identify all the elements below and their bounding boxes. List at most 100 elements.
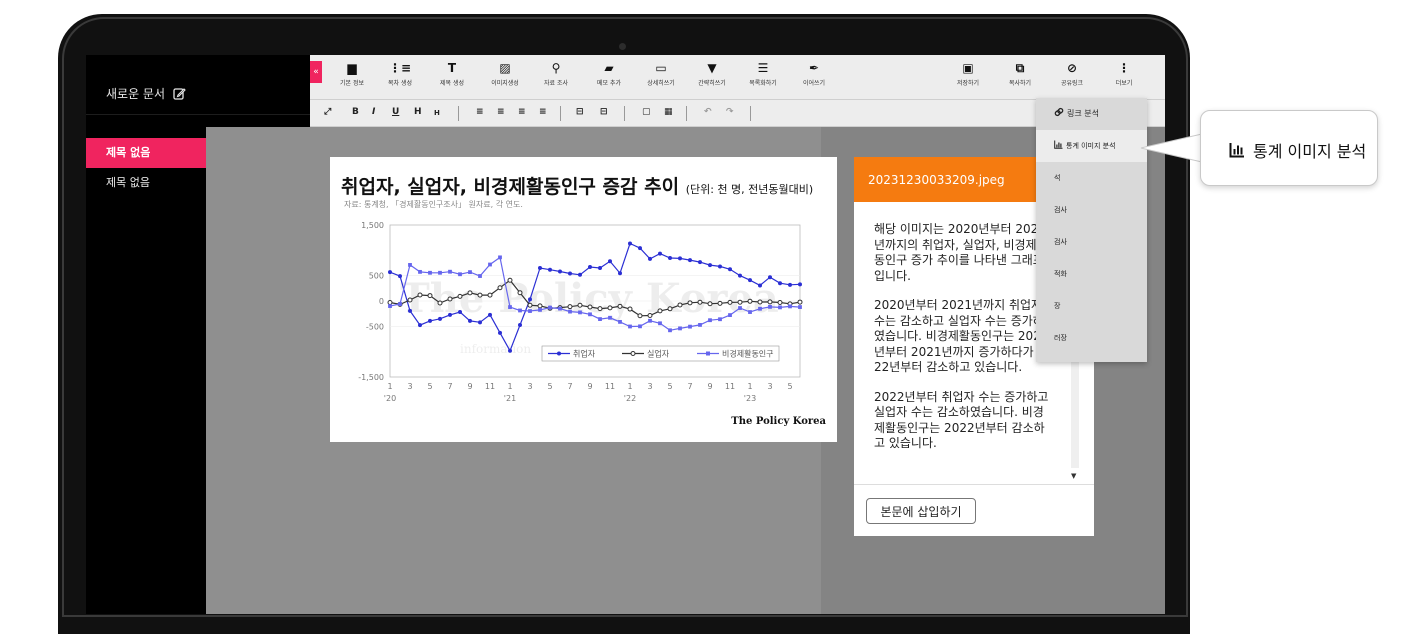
legend-label: 취업자: [573, 350, 596, 359]
fullscreen-icon[interactable]: ⤢: [324, 107, 331, 117]
data-point: [498, 330, 502, 335]
menu-item[interactable]: 석: [1036, 162, 1147, 194]
menu-item-stat-image-analysis[interactable]: 통계 이미지 분석: [1036, 130, 1147, 162]
align-left-button[interactable]: ≡: [476, 107, 484, 117]
data-point: [577, 302, 583, 308]
data-point: [408, 308, 412, 313]
data-point: [508, 305, 512, 309]
data-point: [627, 306, 633, 312]
data-point: [447, 296, 453, 302]
menu-item[interactable]: 검사: [1036, 226, 1147, 258]
bold-button[interactable]: B: [352, 107, 359, 117]
more-button[interactable]: ⋮ 더보기: [1104, 61, 1144, 87]
data-point: [708, 263, 712, 268]
data-point: [517, 290, 523, 296]
x-tick-label: 11: [725, 382, 735, 391]
data-point: [387, 300, 393, 306]
align-center-button[interactable]: ≡: [497, 107, 505, 117]
scroll-down-icon[interactable]: ▼: [1071, 472, 1076, 480]
data-point: [728, 267, 732, 272]
menu-item[interactable]: 장: [1036, 290, 1147, 322]
align-right-button[interactable]: ≡: [518, 107, 526, 117]
add-memo-button[interactable]: ▰ 메모 추가: [589, 61, 629, 87]
callout-pointer: [1140, 133, 1202, 163]
data-point: [548, 305, 552, 310]
data-point: [467, 290, 473, 296]
indent-button[interactable]: ⊟: [600, 107, 608, 117]
format-separator: [458, 106, 459, 121]
insert-into-body-button[interactable]: 본문에 삽입하기: [866, 498, 976, 524]
data-point: [398, 302, 402, 306]
x-tick-label: 7: [447, 382, 452, 391]
data-point: [528, 297, 532, 302]
format-separator: [624, 106, 625, 121]
data-point: [578, 272, 582, 277]
continue-write-button[interactable]: ✒ 이어쓰기: [794, 61, 834, 87]
new-document-button[interactable]: 새로운 문서: [106, 85, 186, 102]
menu-item-label: 적화: [1054, 270, 1067, 278]
insert-table-button[interactable]: ▦: [664, 107, 673, 117]
data-point: [667, 306, 673, 312]
series-line: [389, 256, 801, 331]
brief-write-button[interactable]: ▼ 간략히쓰기: [692, 61, 732, 87]
data-point: [628, 324, 632, 329]
heading2-button[interactable]: H: [434, 109, 440, 117]
data-point: [797, 299, 803, 305]
chart-image[interactable]: The Policy Korea information 취업자, 실업자, 비…: [330, 157, 837, 442]
list-ordered-icon: ⋮≡: [388, 61, 412, 75]
menu-item-link-analysis[interactable]: 링크 분석: [1036, 98, 1147, 130]
detail-write-button[interactable]: ▭ 상세히쓰기: [641, 61, 681, 87]
data-point: [678, 326, 682, 331]
outdent-button[interactable]: ⊟: [576, 107, 584, 117]
undo-button[interactable]: ↶: [704, 107, 712, 117]
data-point: [687, 300, 693, 306]
listify-button[interactable]: ☰ 목록화하기: [743, 61, 783, 87]
toc-button[interactable]: ⋮≡ 목차 생성: [380, 61, 420, 87]
x-year-label: '22: [624, 394, 636, 403]
x-tick-label: 5: [547, 382, 552, 391]
data-point: [618, 319, 622, 324]
x-tick-label: 9: [707, 382, 712, 391]
data-point: [778, 305, 782, 310]
insert-image-button[interactable]: ▢: [642, 107, 651, 117]
underline-button[interactable]: U: [392, 107, 399, 117]
data-point: [677, 302, 683, 308]
data-point: [777, 300, 783, 306]
italic-button[interactable]: I: [372, 107, 375, 117]
save-button[interactable]: ▣ 저장하기: [948, 61, 988, 87]
share-link-button[interactable]: ⊘ 공유링크: [1052, 61, 1092, 87]
data-point: [438, 316, 442, 321]
menu-item-label: 검사: [1054, 206, 1067, 214]
redo-button[interactable]: ↷: [726, 107, 734, 117]
data-point: [608, 259, 612, 264]
title-button[interactable]: T 제목 생성: [432, 61, 472, 87]
format-separator: [560, 106, 561, 121]
data-point: [488, 262, 492, 267]
x-tick-label: 11: [605, 382, 615, 391]
chart-brand-logo: The Policy Korea: [731, 416, 826, 427]
filter-icon: ▼: [707, 61, 717, 75]
copy-button[interactable]: ⧉ 복사하기: [1000, 61, 1040, 87]
more-icon: ⋮: [1118, 61, 1130, 75]
basic-info-button[interactable]: ▆ 기본 정보: [332, 61, 372, 87]
data-point: [678, 256, 682, 261]
align-justify-button[interactable]: ≡: [539, 107, 547, 117]
research-button[interactable]: ⚲ 자료 조사: [536, 61, 576, 87]
data-point: [748, 310, 752, 314]
data-point: [718, 317, 722, 322]
data-point: [428, 318, 432, 323]
data-point: [458, 310, 462, 315]
menu-item-label: 통계 이미지 분석: [1066, 142, 1116, 150]
image-gen-button[interactable]: ▨ 이미지생성: [485, 61, 525, 87]
y-tick-label: 0: [379, 297, 384, 306]
data-point: [767, 299, 773, 305]
sidebar-collapse-button[interactable]: «: [310, 61, 322, 83]
data-point: [488, 312, 492, 317]
analysis-paragraph: 2020년부터 2021년까지 취업자 수는 감소하고 실업자 수는 증가하였습…: [874, 298, 1053, 374]
menu-item[interactable]: 검사: [1036, 194, 1147, 226]
menu-item[interactable]: 러장: [1036, 322, 1147, 354]
menu-item[interactable]: 적화: [1036, 258, 1147, 290]
heading1-button[interactable]: H: [414, 107, 422, 117]
data-point: [558, 269, 562, 274]
keyboard-icon: ▭: [655, 61, 667, 75]
